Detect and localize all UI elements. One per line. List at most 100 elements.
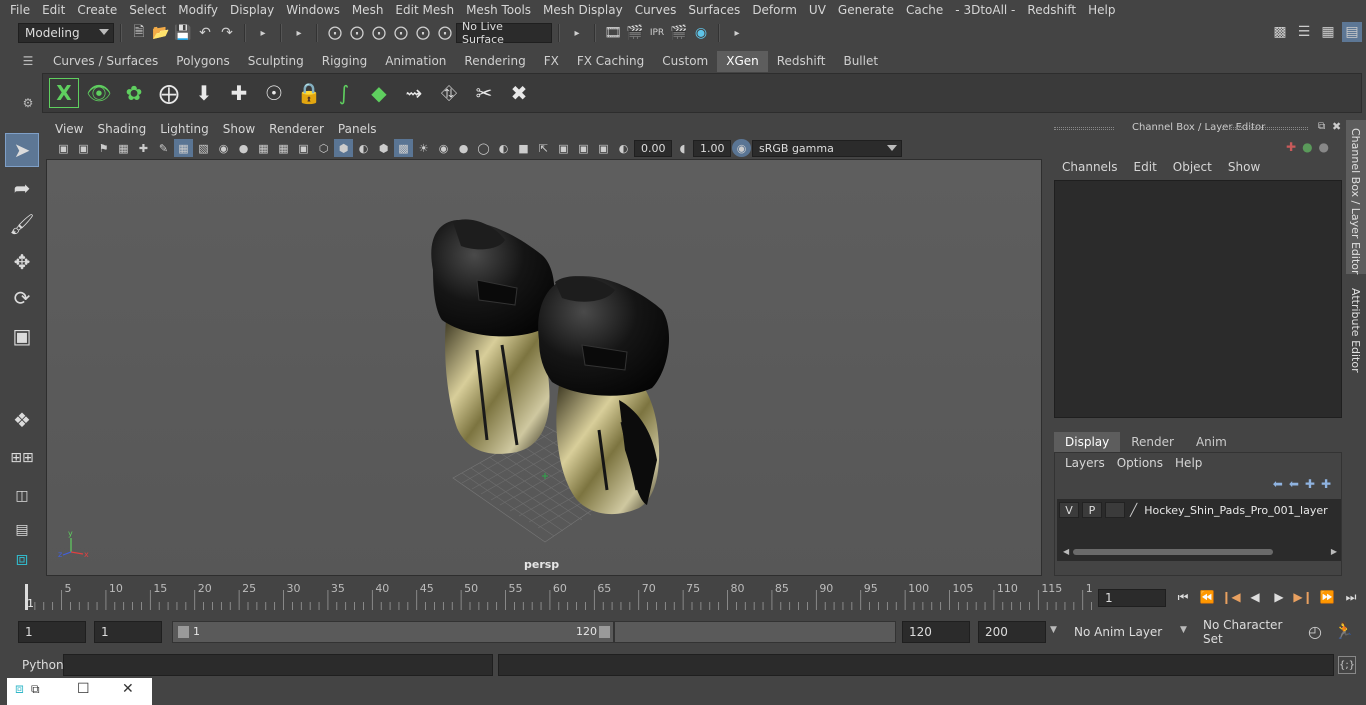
go-to-start-icon[interactable]: ⏮ — [1172, 586, 1194, 608]
range-slider[interactable]: 1 120 — [172, 621, 614, 643]
character-set-dropdown[interactable]: No Character Set — [1197, 618, 1301, 646]
command-input[interactable] — [63, 654, 493, 676]
move-layer-down-icon[interactable]: ⬅ — [1289, 477, 1299, 491]
backface-icon[interactable]: ▣ — [594, 139, 613, 157]
shelf-tab-curves-surfaces[interactable]: Curves / Surfaces — [44, 51, 167, 72]
film-gate-icon[interactable]: ▧ — [194, 139, 213, 157]
pencil-icon[interactable]: ✎ — [154, 139, 173, 157]
end-time-field[interactable]: 200 — [978, 621, 1046, 643]
shelf-tab-custom[interactable]: Custom — [653, 51, 717, 72]
safe-action-icon[interactable]: ▦ — [274, 139, 293, 157]
range-end-handle[interactable] — [599, 626, 610, 638]
menu-surfaces[interactable]: Surfaces — [682, 3, 746, 17]
menu-cache[interactable]: Cache — [900, 3, 949, 17]
shelf-tab-sculpting[interactable]: Sculpting — [239, 51, 313, 72]
gamma-icon[interactable]: ◖ — [673, 139, 692, 157]
xgen-leaf-icon[interactable]: ✿ — [119, 78, 149, 108]
render-settings-icon[interactable]: 🎬 — [668, 22, 690, 44]
channel-box-menu-object[interactable]: Object — [1165, 160, 1220, 178]
safe-title-icon[interactable]: ▣ — [294, 139, 313, 157]
xgen-cut-icon[interactable]: ✂ — [469, 78, 499, 108]
xgen-add-guide-icon[interactable]: ⨁ — [154, 78, 184, 108]
move-layer-up-icon[interactable]: ⬅ — [1273, 477, 1283, 491]
shadows-icon[interactable]: ☀ — [414, 139, 433, 157]
resolution-gate-icon[interactable]: ◉ — [214, 139, 233, 157]
xgen-guides-icon[interactable]: ∫ — [329, 78, 359, 108]
playback-end-field[interactable]: 120 — [902, 621, 970, 643]
menu-generate[interactable]: Generate — [832, 3, 900, 17]
layer-editor-menu-help[interactable]: Help — [1169, 456, 1208, 470]
use-all-lights-icon[interactable]: ▩ — [394, 139, 413, 157]
collapse-arrow-icon[interactable]: ▸ — [566, 22, 588, 44]
viewport-menu-renderer[interactable]: Renderer — [262, 122, 331, 136]
time-slider[interactable]: 1 5 10 15 20 25 30 35 40 45 50 55 60 65 70 75 80 85 90 95 10… — [18, 580, 1092, 610]
save-scene-icon[interactable]: 💾 — [172, 22, 194, 44]
restore-window-icon[interactable]: ⧉ — [31, 682, 40, 697]
hypershade-icon[interactable]: ◉ — [690, 22, 712, 44]
hyperbolic-icon[interactable]: ● — [1319, 140, 1329, 154]
xgen-sculpt-icon[interactable]: ⇝ — [399, 78, 429, 108]
menu-curves[interactable]: Curves — [629, 3, 683, 17]
step-forward-key-icon[interactable]: ⏩ — [1316, 586, 1338, 608]
step-back-key-icon[interactable]: ⏪ — [1196, 586, 1218, 608]
viewport-menu-show[interactable]: Show — [216, 122, 262, 136]
layer-color-slash-icon[interactable]: ╱ — [1130, 503, 1137, 517]
shelf-tab-xgen[interactable]: XGen — [717, 51, 768, 72]
field-chart-icon[interactable]: ▦ — [254, 139, 273, 157]
screen-space-ao-icon[interactable]: ◉ — [434, 139, 453, 157]
viewport-menu-panels[interactable]: Panels — [331, 122, 384, 136]
menu-select[interactable]: Select — [123, 3, 172, 17]
xgen-editor-icon[interactable]: X — [49, 78, 79, 108]
layout-two-view-icon[interactable]: ◫ — [5, 479, 39, 513]
attribute-editor-icon[interactable]: ☰ — [1294, 22, 1314, 42]
chevron-down-icon[interactable]: ▼ — [1180, 625, 1187, 635]
modeling-toolkit-icon[interactable]: ▩ — [1270, 22, 1290, 42]
camera-select-icon[interactable]: ▣ — [54, 139, 73, 157]
xray-icon[interactable]: ⇱ — [534, 139, 553, 157]
go-to-end-icon[interactable]: ⏭ — [1340, 586, 1362, 608]
close-window-icon[interactable]: ✕ — [122, 681, 134, 697]
play-forwards-icon[interactable]: ▶ — [1268, 586, 1290, 608]
manipulator-icon[interactable]: ✚ — [1286, 140, 1296, 154]
rotate-tool-icon[interactable]: ⟳ — [5, 281, 39, 315]
preferences-running-man-icon[interactable]: 🏃 — [1334, 621, 1354, 640]
snap-grid-icon[interactable]: ⨀ — [324, 22, 346, 44]
attribute-editor-side-tab[interactable]: Attribute Editor — [1346, 280, 1366, 380]
layer-editor-tab-display[interactable]: Display — [1054, 432, 1121, 452]
panel-grip[interactable] — [1222, 127, 1308, 130]
smooth-shade-icon[interactable]: ⬢ — [334, 139, 353, 157]
range-slider-track[interactable] — [614, 621, 896, 643]
layer-playback-toggle[interactable]: P — [1082, 502, 1102, 518]
layer-visibility-toggle[interactable]: V — [1059, 502, 1079, 518]
step-forward-frame-icon[interactable]: ▶❙ — [1292, 586, 1314, 608]
collapse-arrow-icon[interactable]: ▸ — [288, 22, 310, 44]
scale-tool-icon[interactable]: ▣ — [5, 319, 39, 353]
shelf-tab-rendering[interactable]: Rendering — [455, 51, 534, 72]
shelf-tab-fx[interactable]: FX — [535, 51, 568, 72]
wireframe-grid-icon[interactable]: ▦ — [174, 139, 193, 157]
mode-dropdown[interactable]: Modeling — [18, 23, 114, 43]
panel-grip[interactable] — [1054, 127, 1114, 130]
image-plane-icon[interactable]: ▦ — [114, 139, 133, 157]
xray-joints-icon[interactable]: ▣ — [554, 139, 573, 157]
wireframe-icon[interactable]: ⬡ — [314, 139, 333, 157]
paint-select-tool-icon[interactable]: 🖌 — [5, 207, 39, 241]
snap-curve-icon[interactable]: ⨀ — [346, 22, 368, 44]
menu-create[interactable]: Create — [71, 3, 123, 17]
channel-box-area[interactable] — [1054, 180, 1342, 418]
new-layer-selected-icon[interactable]: ✚ — [1321, 477, 1331, 491]
current-frame-field[interactable]: 1 — [1098, 589, 1166, 607]
channel-box-icon[interactable]: ▤ — [1342, 22, 1362, 42]
3d-viewport[interactable]: y x z persp — [46, 159, 1042, 576]
render-view-icon[interactable]: 🎞 — [602, 22, 624, 44]
multisample-aa-icon[interactable]: ◯ — [474, 139, 493, 157]
xgen-comb-icon[interactable]: ⛗ — [434, 78, 464, 108]
new-scene-icon[interactable]: 🗎 — [128, 22, 150, 44]
exposure-icon[interactable]: ◐ — [614, 139, 633, 157]
depth-of-field-icon[interactable]: ◐ — [494, 139, 513, 157]
motion-blur-icon[interactable]: ● — [454, 139, 473, 157]
menu-deform[interactable]: Deform — [746, 3, 803, 17]
shelf-menu-icon[interactable]: ☰ — [23, 54, 34, 68]
live-surface-field[interactable]: No Live Surface — [456, 20, 552, 46]
menu-mesh-display[interactable]: Mesh Display — [537, 3, 629, 17]
